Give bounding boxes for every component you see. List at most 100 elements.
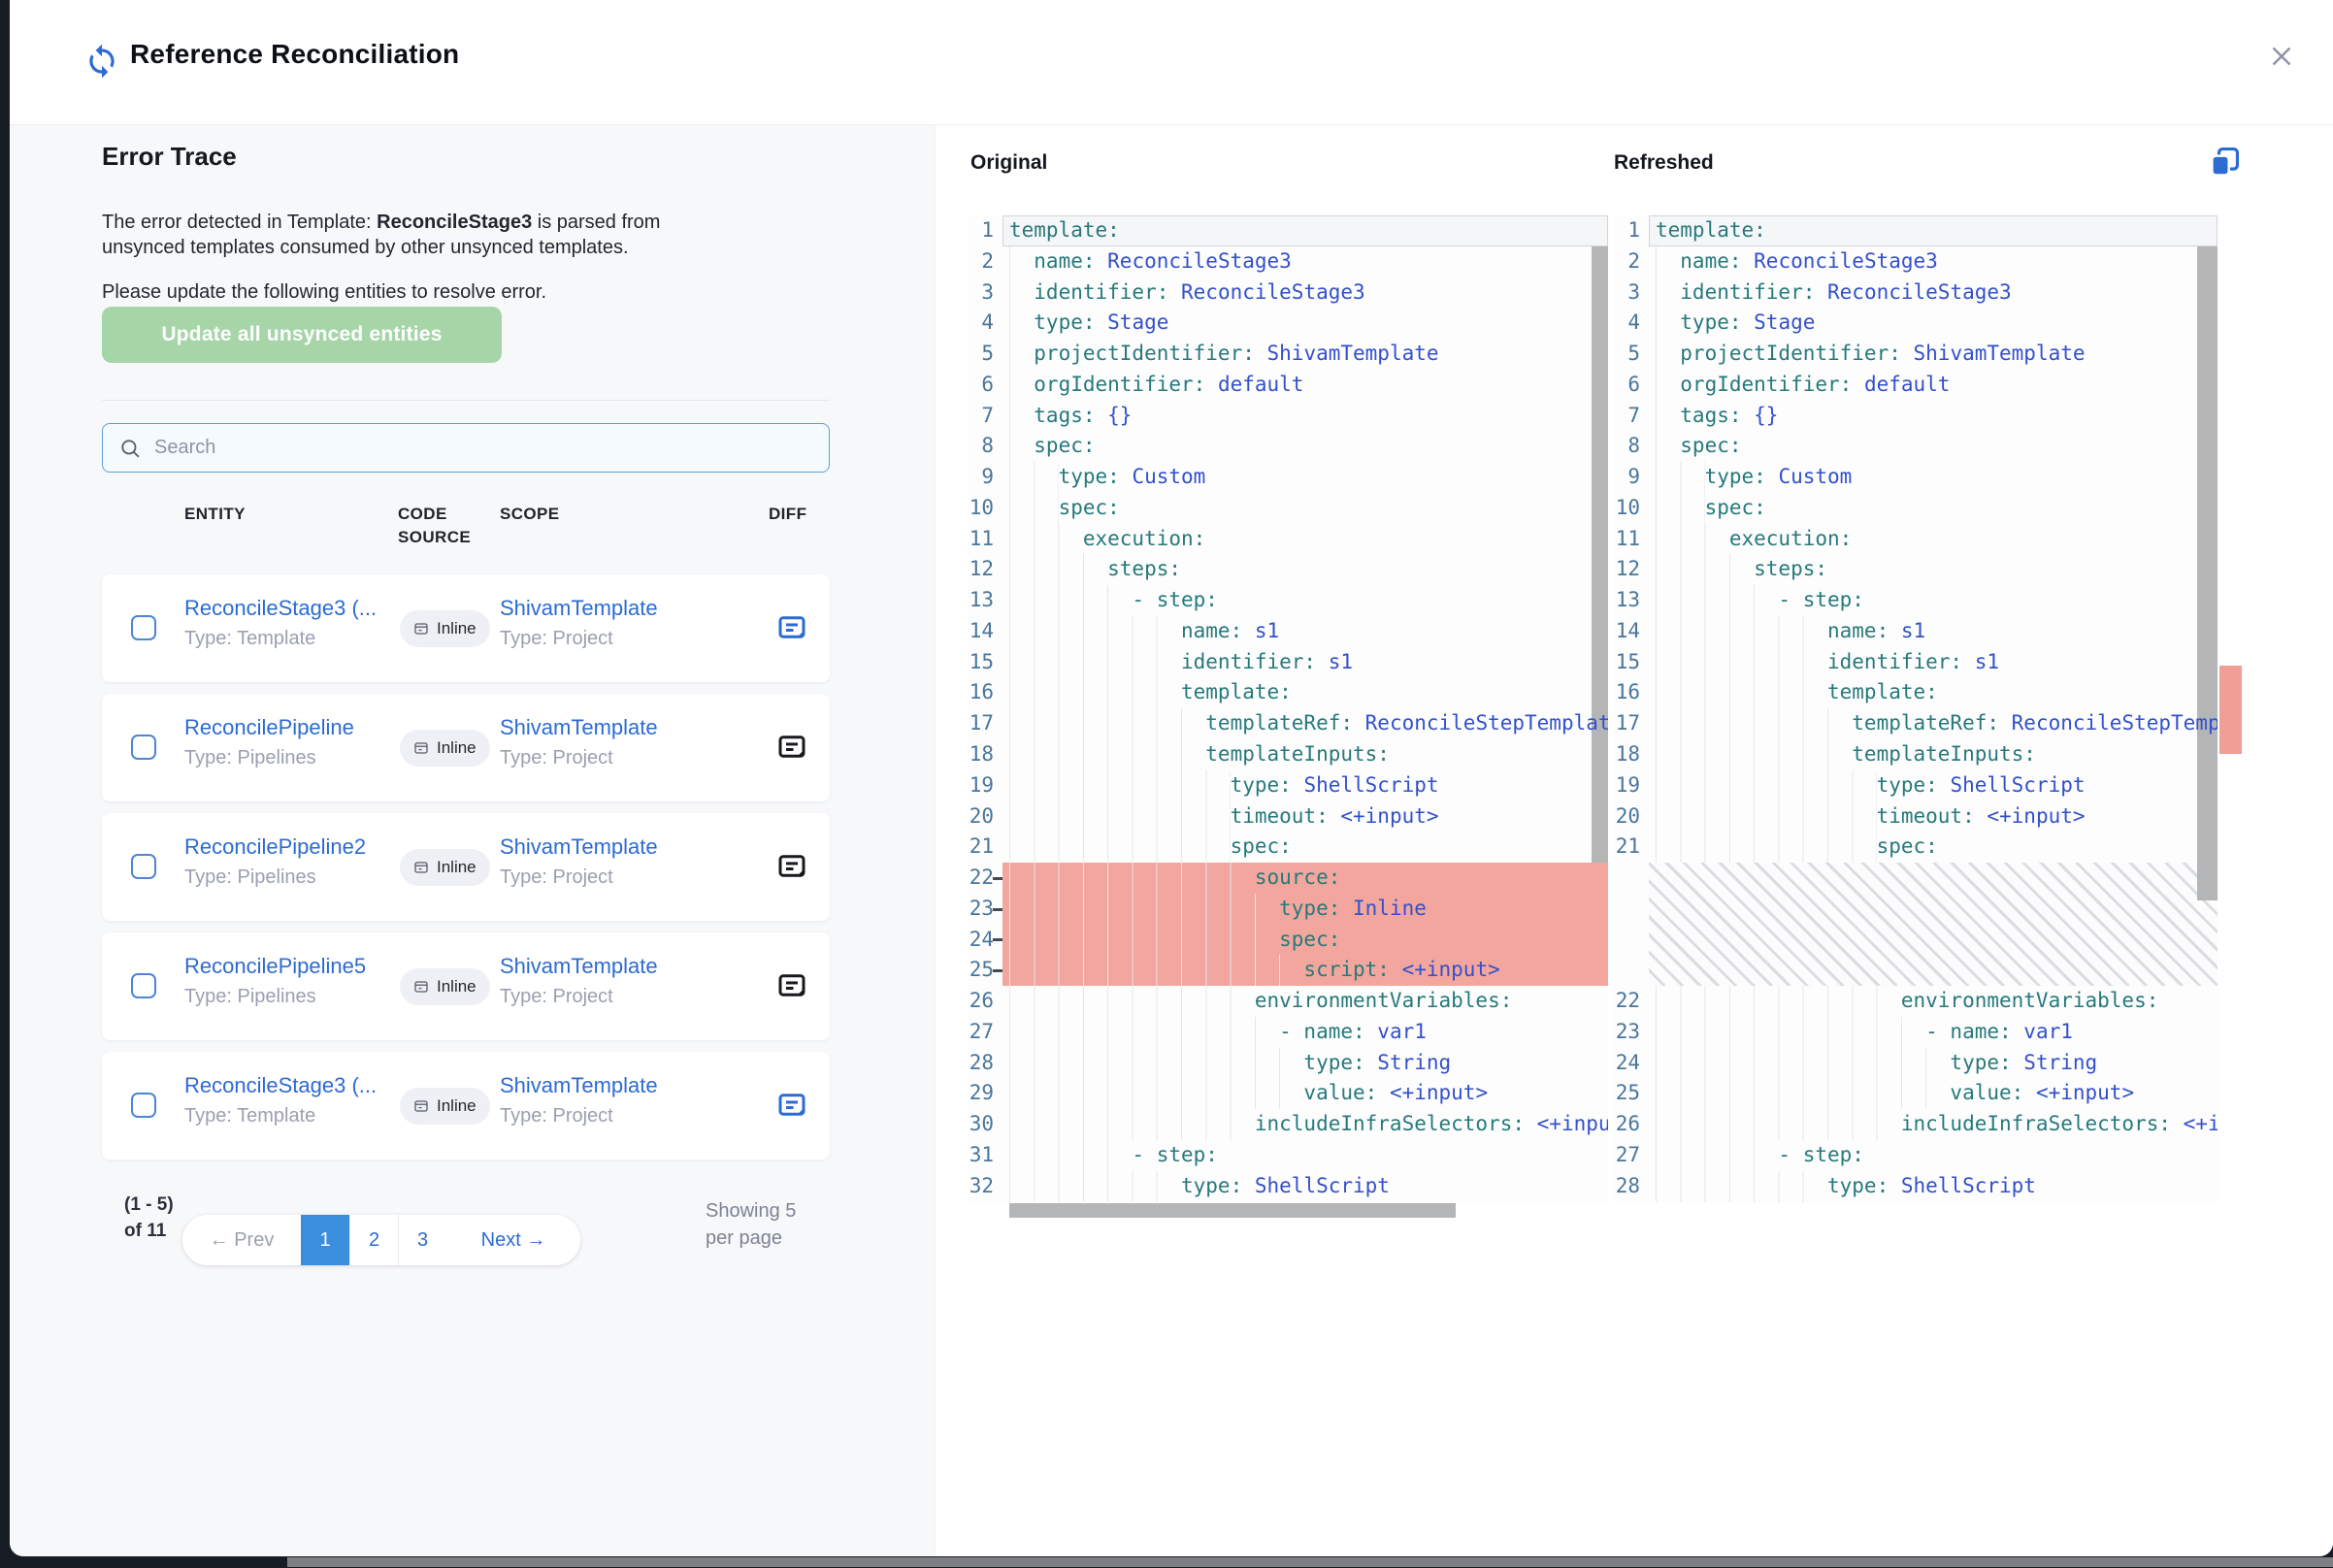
scope-link[interactable]: ShivamTemplate — [500, 1073, 723, 1098]
scope-link[interactable]: ShivamTemplate — [500, 834, 723, 860]
refreshed-code-editor[interactable]: 1template:2 name: ReconcileStage33 ident… — [1614, 215, 2218, 1203]
code-line: 11 execution: — [1614, 524, 2218, 555]
pagination: ← Prev 123 Next → — [182, 1215, 580, 1265]
row-checkbox[interactable] — [131, 615, 156, 640]
diff-icon-button[interactable] — [774, 1089, 809, 1124]
code-source-badge: Inline — [400, 968, 490, 1005]
scope-type: Type: Project — [500, 986, 723, 1008]
diff-icon-button[interactable] — [774, 969, 809, 1004]
diff-ruler-marker — [2219, 666, 2242, 754]
diff-note-icon — [774, 850, 809, 885]
page-button-3[interactable]: 3 — [398, 1215, 446, 1265]
page-button-1[interactable]: 1 — [301, 1215, 349, 1265]
code-line: 12 steps: — [968, 554, 1608, 585]
scope-link[interactable]: ShivamTemplate — [500, 954, 723, 979]
code-line: 20 timeout: <+input> — [968, 801, 1608, 833]
code-source-badge: Inline — [400, 1088, 490, 1125]
entity-link[interactable]: ReconcilePipeline — [184, 715, 393, 740]
code-line: 26 environmentVariables: — [968, 986, 1608, 1017]
code-source-badge: Inline — [400, 610, 490, 647]
error-trace-heading: Error Trace — [102, 142, 237, 172]
row-checkbox[interactable] — [131, 1093, 156, 1118]
code-line: 10 spec: — [968, 493, 1608, 524]
scope-link[interactable]: ShivamTemplate — [500, 596, 723, 621]
update-all-unsynced-entities-button[interactable]: Update all unsynced entities — [102, 307, 502, 363]
entity-row[interactable]: ReconcileStage3 (... Type: Template Inli… — [102, 1052, 830, 1160]
code-line: 9 type: Custom — [1614, 462, 2218, 493]
diff-note-icon — [774, 611, 809, 646]
row-checkbox[interactable] — [131, 735, 156, 760]
template-name-bold: ReconcileStage3 — [377, 212, 532, 233]
page-buttons: 123 — [301, 1215, 446, 1265]
code-line: 16 template: — [1614, 677, 2218, 708]
code-line: 26 includeInfraSelectors: <+input> — [1614, 1109, 2218, 1140]
code-line: 18 templateInputs: — [1614, 739, 2218, 770]
code-line: 6 orgIdentifier: default — [1614, 370, 2218, 401]
entity-cell: ReconcilePipeline2 Type: Pipelines — [184, 834, 393, 889]
code-line: 23 - name: var1 — [1614, 1017, 2218, 1048]
entity-cell: ReconcilePipeline Type: Pipelines — [184, 715, 393, 769]
entity-link[interactable]: ReconcilePipeline2 — [184, 834, 393, 860]
column-header-entity: ENTITY — [184, 503, 246, 526]
code-line: 27 - name: var1 — [968, 1017, 1608, 1048]
column-header-diff: DIFF — [769, 503, 806, 526]
next-page-button[interactable]: Next → — [446, 1215, 580, 1265]
close-button[interactable] — [2263, 39, 2300, 76]
inline-icon — [413, 740, 429, 756]
scope-type: Type: Project — [500, 866, 723, 889]
page-button-2[interactable]: 2 — [349, 1215, 398, 1265]
code-line: 4 type: Stage — [968, 308, 1608, 339]
search-box — [102, 423, 830, 473]
scope-cell: ShivamTemplate Type: Project — [500, 834, 723, 889]
diff-note-icon — [774, 731, 809, 766]
code-line: 12 steps: — [1614, 554, 2218, 585]
scope-link[interactable]: ShivamTemplate — [500, 715, 723, 740]
per-page-label: Showing 5 per page — [706, 1197, 798, 1252]
prev-page-button[interactable]: ← Prev — [182, 1215, 301, 1265]
code-line: 6 orgIdentifier: default — [968, 370, 1608, 401]
diff-icon-button[interactable] — [774, 731, 809, 766]
row-checkbox[interactable] — [131, 854, 156, 879]
divider — [102, 400, 830, 401]
entity-link[interactable]: ReconcileStage3 (... — [184, 596, 393, 621]
code-line: 24 type: String — [1614, 1048, 2218, 1079]
copy-button[interactable] — [2205, 144, 2244, 182]
code-line: 9 type: Custom — [968, 462, 1608, 493]
entity-link[interactable]: ReconcilePipeline5 — [184, 954, 393, 979]
code-line: 5 projectIdentifier: ShivamTemplate — [1614, 339, 2218, 370]
entity-type: Type: Template — [184, 628, 393, 650]
code-line: 24 spec: — [968, 925, 1608, 956]
inline-icon — [413, 1098, 429, 1114]
code-line: 20 timeout: <+input> — [1614, 801, 2218, 833]
code-source-badge: Inline — [400, 730, 490, 767]
code-line: 15 identifier: s1 — [1614, 647, 2218, 678]
search-input[interactable] — [152, 436, 829, 460]
entity-row[interactable]: ReconcilePipeline5 Type: Pipelines Inlin… — [102, 932, 830, 1040]
code-line: 30 includeInfraSelectors: <+input> — [968, 1109, 1608, 1140]
entity-row[interactable]: ReconcileStage3 (... Type: Template Inli… — [102, 574, 830, 682]
diff-note-icon — [774, 1089, 809, 1124]
diff-icon-button[interactable] — [774, 611, 809, 646]
code-line: 31 - step: — [968, 1140, 1608, 1171]
sync-icon — [83, 43, 120, 80]
code-line: 13 - step: — [968, 585, 1608, 616]
entity-link[interactable]: ReconcileStage3 (... — [184, 1073, 393, 1098]
code-line: 21 spec: — [968, 832, 1608, 863]
code-line: 11 execution: — [968, 524, 1608, 555]
browser-horizontal-scrollbar[interactable] — [287, 1557, 2333, 1567]
column-header-code-source: CODE SOURCE — [398, 503, 476, 549]
row-checkbox[interactable] — [131, 973, 156, 998]
original-code-editor[interactable]: 1template:2 name: ReconcileStage33 ident… — [968, 215, 1608, 1203]
entity-cell: ReconcilePipeline5 Type: Pipelines — [184, 954, 393, 1008]
code-line: 28 type: ShellScript — [1614, 1171, 2218, 1202]
code-line: 14 name: s1 — [968, 616, 1608, 647]
code-line: 3 identifier: ReconcileStage3 — [1614, 278, 2218, 309]
code-line: 7 tags: {} — [1614, 401, 2218, 432]
code-source-label: Inline — [437, 1096, 476, 1116]
diff-icon-button[interactable] — [774, 850, 809, 885]
inline-icon — [413, 860, 429, 875]
original-horizontal-scrollbar[interactable] — [1009, 1203, 1456, 1218]
entity-row[interactable]: ReconcilePipeline Type: Pipelines Inline… — [102, 694, 830, 801]
code-line: 16 template: — [968, 677, 1608, 708]
entity-row[interactable]: ReconcilePipeline2 Type: Pipelines Inlin… — [102, 813, 830, 921]
